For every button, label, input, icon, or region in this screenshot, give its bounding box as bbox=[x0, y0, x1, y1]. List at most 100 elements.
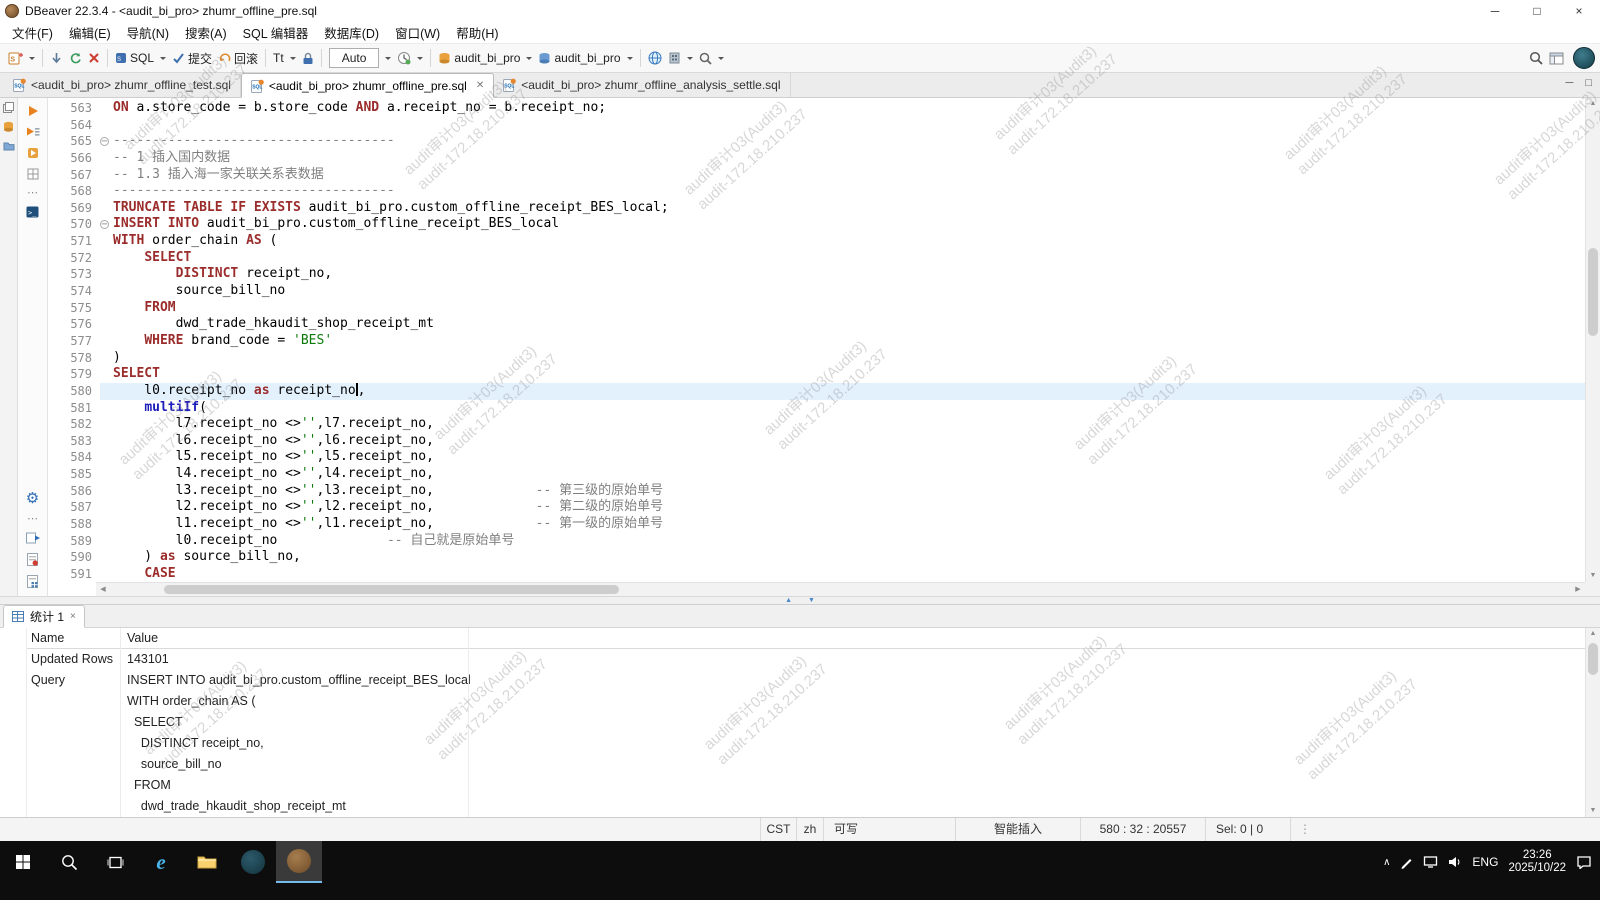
code-line[interactable]: 566-- 1 插入国内数据 bbox=[48, 150, 1585, 167]
code-line[interactable]: 564 bbox=[48, 117, 1585, 134]
tray-expand-icon[interactable]: ∧ bbox=[1383, 857, 1390, 868]
scroll-down-icon[interactable]: ▼ bbox=[1586, 570, 1600, 582]
scroll-right-icon[interactable]: ▶ bbox=[1571, 583, 1585, 596]
code-line[interactable]: 583 l6.receipt_no <>'',l6.receipt_no, bbox=[48, 433, 1585, 450]
code-line[interactable]: 567-- 1.3 插入海一家关联关系表数据 bbox=[48, 167, 1585, 184]
menu-item[interactable]: 文件(F) bbox=[4, 22, 61, 43]
code-line[interactable]: 591 CASE bbox=[48, 566, 1585, 582]
fold-marker[interactable]: − bbox=[100, 220, 109, 229]
scroll-up-icon[interactable]: ▲ bbox=[1586, 628, 1600, 640]
rail-dots-icon[interactable]: ⋯ bbox=[27, 515, 38, 523]
column-header-value[interactable]: Value bbox=[120, 628, 158, 648]
tab-close-icon[interactable]: ✕ bbox=[476, 80, 484, 91]
web-button[interactable] bbox=[645, 46, 665, 70]
settings-gear-icon[interactable]: ⚙ bbox=[26, 492, 39, 506]
transaction-format-button[interactable]: Tt bbox=[270, 46, 299, 70]
sash-collapse-icon[interactable]: ▲ bbox=[785, 597, 792, 604]
cancel-button[interactable] bbox=[85, 46, 103, 70]
code-line[interactable]: 587 l2.receipt_no <>'',l2.receipt_no, --… bbox=[48, 499, 1585, 516]
volume-icon[interactable] bbox=[1448, 856, 1462, 868]
transaction-log-button[interactable] bbox=[394, 46, 426, 70]
code-line[interactable]: 586 l3.receipt_no <>'',l3.receipt_no, --… bbox=[48, 483, 1585, 500]
rail-more-icon[interactable]: ⋯ bbox=[27, 189, 38, 197]
start-button[interactable] bbox=[0, 841, 46, 883]
tab-statistics[interactable]: 统计 1 × bbox=[3, 605, 85, 628]
projects-icon[interactable] bbox=[3, 141, 15, 151]
code-line[interactable]: 585 l4.receipt_no <>'',l4.receipt_no, bbox=[48, 466, 1585, 483]
code-line[interactable]: 576 dwd_trade_hkaudit_shop_receipt_mt bbox=[48, 316, 1585, 333]
fetch-button[interactable] bbox=[47, 46, 66, 70]
language-indicator[interactable]: ENG bbox=[1472, 855, 1498, 869]
minimize-button[interactable]: ─ bbox=[1474, 0, 1516, 22]
app-dbeaver-dark-button[interactable] bbox=[230, 841, 276, 883]
menu-item[interactable]: 数据库(D) bbox=[316, 22, 387, 43]
code-line[interactable]: 565−------------------------------------ bbox=[48, 133, 1585, 150]
code-line[interactable]: 579SELECT bbox=[48, 366, 1585, 383]
menu-item[interactable]: SQL 编辑器 bbox=[235, 22, 317, 43]
file-explorer-button[interactable] bbox=[184, 841, 230, 883]
restore-views-icon[interactable] bbox=[3, 102, 14, 113]
code-line[interactable]: 582 l7.receipt_no <>'',l7.receipt_no, bbox=[48, 416, 1585, 433]
menu-item[interactable]: 编辑(E) bbox=[61, 22, 119, 43]
menu-item[interactable]: 导航(N) bbox=[119, 22, 177, 43]
scroll-left-icon[interactable]: ◀ bbox=[96, 583, 110, 596]
taskbar-search-button[interactable] bbox=[46, 841, 92, 883]
code-line[interactable]: 577 WHERE brand_code = 'BES' bbox=[48, 333, 1585, 350]
horizontal-scrollbar[interactable]: ◀ ▶ bbox=[96, 582, 1585, 596]
commit-mode-select[interactable]: Auto bbox=[326, 46, 395, 70]
project-button[interactable] bbox=[665, 46, 696, 70]
maximize-button[interactable]: □ bbox=[1516, 0, 1558, 22]
database-select[interactable]: audit_bi_pro bbox=[435, 46, 535, 70]
sql-editor[interactable]: 563ON a.store_code = b.store_code AND a.… bbox=[48, 98, 1600, 596]
code-line[interactable]: 584 l5.receipt_no <>'',l5.receipt_no, bbox=[48, 449, 1585, 466]
code-line[interactable]: 575 FROM bbox=[48, 300, 1585, 317]
vertical-scroll-thumb[interactable] bbox=[1588, 248, 1598, 336]
code-line[interactable]: 588 l1.receipt_no <>'',l1.receipt_no, --… bbox=[48, 516, 1585, 533]
file-grid-icon[interactable] bbox=[27, 575, 38, 588]
pen-input-icon[interactable] bbox=[1400, 856, 1413, 869]
maximize-editor-icon[interactable]: □ bbox=[1585, 77, 1592, 89]
task-view-button[interactable] bbox=[92, 841, 138, 883]
code-line[interactable]: 574 source_bill_no bbox=[48, 283, 1585, 300]
export-result-icon[interactable] bbox=[26, 532, 40, 544]
code-line[interactable]: 573 DISTINCT receipt_no, bbox=[48, 266, 1585, 283]
schema-select[interactable]: audit_bi_pro bbox=[535, 46, 635, 70]
code-line[interactable]: 571WITH order_chain AS ( bbox=[48, 233, 1585, 250]
code-line[interactable]: 580 l0.receipt_no as receipt_no, bbox=[48, 383, 1585, 400]
new-sql-editor-button[interactable]: S bbox=[5, 46, 38, 70]
scroll-up-icon[interactable]: ▲ bbox=[1586, 98, 1600, 110]
editor-tab[interactable]: SQL<audit_bi_pro> zhumr_offline_pre.sql✕ bbox=[241, 73, 494, 98]
horizontal-scroll-thumb[interactable] bbox=[164, 585, 619, 594]
vertical-scrollbar[interactable]: ▲ ▼ bbox=[1585, 98, 1600, 582]
code-line[interactable]: 570−INSERT INTO audit_bi_pro.custom_offl… bbox=[48, 216, 1585, 233]
stats-row[interactable]: Updated Rows143101 bbox=[27, 649, 1600, 670]
stats-tab-close-icon[interactable]: × bbox=[70, 611, 76, 622]
sash-expand-icon[interactable]: ▼ bbox=[808, 597, 815, 604]
code-line[interactable]: 569TRUNCATE TABLE IF EXISTS audit_bi_pro… bbox=[48, 200, 1585, 217]
code-line[interactable]: 572 SELECT bbox=[48, 250, 1585, 267]
execute-new-tab-icon[interactable] bbox=[27, 147, 39, 159]
quick-search-button[interactable] bbox=[1526, 46, 1546, 70]
file-output-icon[interactable] bbox=[27, 553, 38, 566]
taskbar-clock[interactable]: 23:26 2025/10/22 bbox=[1508, 849, 1566, 875]
commit-button[interactable]: 提交 bbox=[169, 46, 215, 70]
code-line[interactable]: 578) bbox=[48, 350, 1585, 367]
execute-script-icon[interactable] bbox=[26, 126, 40, 138]
stats-scroll-thumb[interactable] bbox=[1588, 643, 1598, 675]
search-tool-button[interactable] bbox=[696, 46, 727, 70]
lock-button[interactable] bbox=[299, 46, 317, 70]
refresh-button[interactable] bbox=[66, 46, 85, 70]
sql-menu-button[interactable]: S SQL bbox=[112, 46, 169, 70]
close-button[interactable]: × bbox=[1558, 0, 1600, 22]
fold-marker[interactable]: − bbox=[100, 137, 109, 146]
explain-plan-icon[interactable] bbox=[27, 168, 39, 180]
rollback-button[interactable]: 回滚 bbox=[215, 46, 261, 70]
code-line[interactable]: 563ON a.store_code = b.store_code AND a.… bbox=[48, 100, 1585, 117]
code-line[interactable]: 568------------------------------------ bbox=[48, 183, 1585, 200]
minimize-editor-icon[interactable]: ─ bbox=[1566, 77, 1574, 89]
internet-explorer-button[interactable]: e bbox=[138, 841, 184, 883]
app-dbeaver-button[interactable] bbox=[276, 841, 322, 883]
menu-item[interactable]: 帮助(H) bbox=[448, 22, 506, 43]
panel-sash[interactable]: ▲ ▼ bbox=[0, 596, 1600, 605]
open-perspective-button[interactable] bbox=[1546, 46, 1567, 70]
